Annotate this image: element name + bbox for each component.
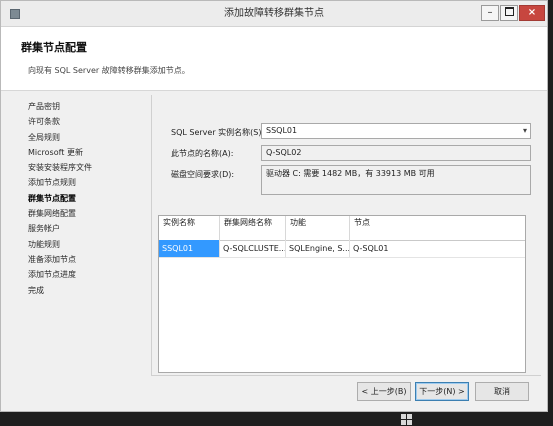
nav-divider [151, 95, 152, 375]
cluster-instances-grid[interactable]: 实例名称 群集网络名称 功能 节点 SSQL01 Q-SQLCLUSTE... … [158, 215, 526, 373]
nav-item-feature-rules: 功能规则 [28, 239, 60, 249]
cell-network-name[interactable]: Q-SQLCLUSTE... [220, 240, 286, 257]
window-title: 添加故障转移群集节点 [224, 8, 324, 19]
nav-item-add-node-progress: 添加节点进度 [28, 270, 76, 280]
instance-name-value: SSQL01 [266, 126, 298, 135]
title-bar: 添加故障转移群集节点 – × [1, 1, 547, 27]
page-subtitle: 向现有 SQL Server 故障转移群集添加节点。 [28, 66, 190, 75]
column-header-features[interactable]: 功能 [286, 216, 350, 240]
windows-logo-icon [401, 414, 413, 426]
nav-item-service-accounts: 服务帐户 [28, 224, 60, 234]
maximize-button[interactable] [500, 5, 518, 21]
grid-header: 实例名称 群集网络名称 功能 节点 [159, 216, 525, 241]
step-navigation: 产品密钥 许可条款 全局规则 Microsoft 更新 安装安装程序文件 添加节… [28, 99, 148, 298]
setup-window: 添加故障转移群集节点 – × 群集节点配置 向现有 SQL Server 故障转… [0, 0, 548, 412]
column-header-network-name[interactable]: 群集网络名称 [220, 216, 286, 240]
footer-divider [151, 375, 541, 376]
page-header: 群集节点配置 向现有 SQL Server 故障转移群集添加节点。 [1, 27, 547, 91]
instance-name-dropdown[interactable]: SSQL01 ▾ [261, 123, 531, 139]
maximize-icon [504, 6, 514, 16]
disk-space-label: 磁盘空间要求(D): [171, 170, 235, 179]
nav-item-license-terms: 许可条款 [28, 117, 60, 127]
nav-item-cluster-node-config: 群集节点配置 [28, 193, 76, 203]
node-name-label: 此节点的名称(A): [171, 149, 234, 158]
nav-item-add-node-rules: 添加节点规则 [28, 178, 76, 188]
cell-instance-name[interactable]: SSQL01 [159, 240, 220, 257]
nav-item-product-key: 产品密钥 [28, 102, 60, 111]
minimize-button[interactable]: – [481, 5, 499, 21]
cancel-button[interactable]: 取消 [475, 382, 529, 401]
cell-features[interactable]: SQLEngine, S... [286, 240, 350, 257]
nav-item-cluster-network-config: 群集网络配置 [28, 209, 76, 219]
node-name-field[interactable]: Q-SQL02 [261, 145, 531, 161]
table-row[interactable]: SSQL01 Q-SQLCLUSTE... SQLEngine, S... Q-… [159, 240, 525, 258]
page-title: 群集节点配置 [21, 41, 87, 54]
cell-nodes[interactable]: Q-SQL01 [350, 240, 525, 257]
nav-item-global-rules: 全局规则 [28, 132, 60, 142]
next-button[interactable]: 下一步(N) > [415, 382, 469, 401]
column-header-instance-name[interactable]: 实例名称 [159, 216, 220, 240]
instance-name-label: SQL Server 实例名称(S): [171, 128, 265, 137]
nav-item-install-setup-files: 安装安装程序文件 [28, 163, 92, 173]
back-button[interactable]: < 上一步(B) [357, 382, 411, 401]
nav-item-complete: 完成 [28, 285, 44, 295]
chevron-down-icon[interactable]: ▾ [523, 124, 527, 138]
nav-item-ready-to-add-node: 准备添加节点 [28, 254, 76, 264]
nav-item-microsoft-update: Microsoft 更新 [28, 147, 83, 157]
disk-space-field[interactable]: 驱动器 C: 需要 1482 MB，有 33913 MB 可用 [261, 165, 531, 195]
column-header-nodes[interactable]: 节点 [350, 216, 525, 240]
close-button[interactable]: × [519, 5, 545, 21]
